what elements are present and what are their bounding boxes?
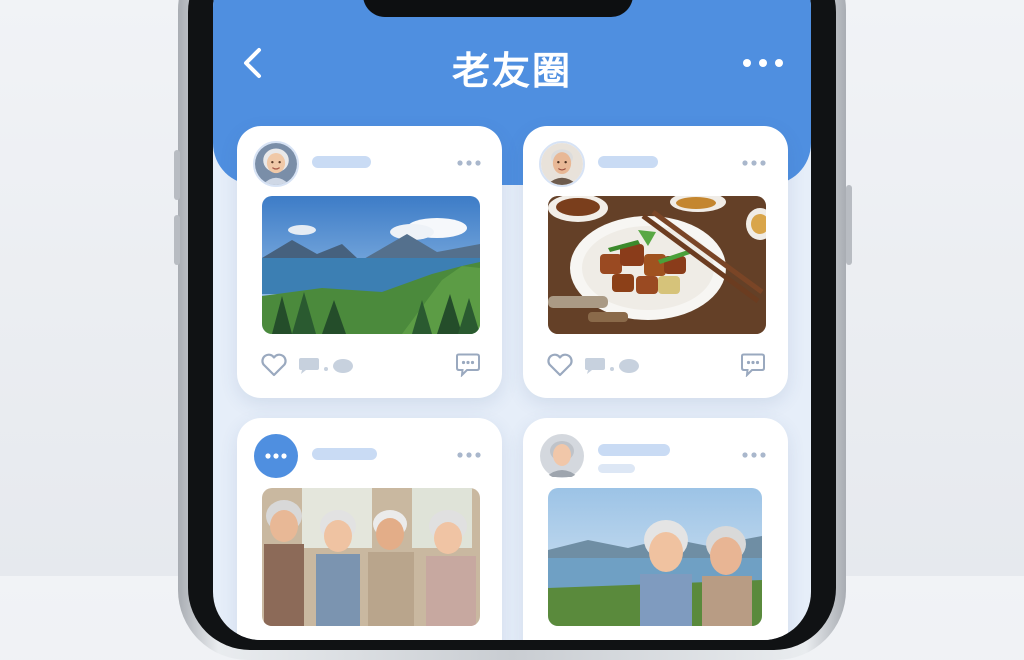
volume-up-button xyxy=(174,150,180,200)
heart-icon[interactable] xyxy=(546,353,574,377)
author-name-placeholder xyxy=(312,156,371,168)
default-person-avatar[interactable] xyxy=(539,433,585,479)
app-screen: 老友圈 xyxy=(213,0,811,640)
post-card[interactable] xyxy=(237,418,502,640)
more-options-icon[interactable] xyxy=(741,451,767,459)
author-name-placeholder xyxy=(598,444,670,456)
chat-bubble-avatar[interactable] xyxy=(253,433,299,479)
more-options-icon[interactable] xyxy=(741,159,767,167)
phone-notch xyxy=(363,0,633,17)
elderly-woman-avatar[interactable] xyxy=(253,141,299,187)
more-options-icon[interactable] xyxy=(456,451,482,459)
mountain-lake-landscape-photo[interactable] xyxy=(262,196,480,334)
author-name-placeholder xyxy=(598,156,658,168)
more-horizontal-icon[interactable] xyxy=(741,56,785,70)
volume-down-button xyxy=(174,215,180,265)
page-title: 老友圈 xyxy=(451,49,572,93)
heart-icon[interactable] xyxy=(260,353,288,377)
elderly-friends-group-photo[interactable] xyxy=(262,488,480,626)
more-options-icon[interactable] xyxy=(456,159,482,167)
comment-icon[interactable] xyxy=(583,357,645,375)
message-dots-icon[interactable] xyxy=(455,353,481,377)
comment-icon[interactable] xyxy=(297,357,359,375)
elderly-couple-by-lake-photo[interactable] xyxy=(548,488,762,626)
elderly-man-avatar[interactable] xyxy=(539,141,585,187)
author-subtitle-placeholder xyxy=(598,464,635,473)
braised-pork-dish-photo[interactable] xyxy=(548,196,766,334)
message-dots-icon[interactable] xyxy=(740,353,766,377)
post-card[interactable] xyxy=(523,126,788,398)
post-card[interactable] xyxy=(523,418,788,640)
power-button xyxy=(846,185,852,265)
author-name-placeholder xyxy=(312,448,377,460)
post-card[interactable] xyxy=(237,126,502,398)
